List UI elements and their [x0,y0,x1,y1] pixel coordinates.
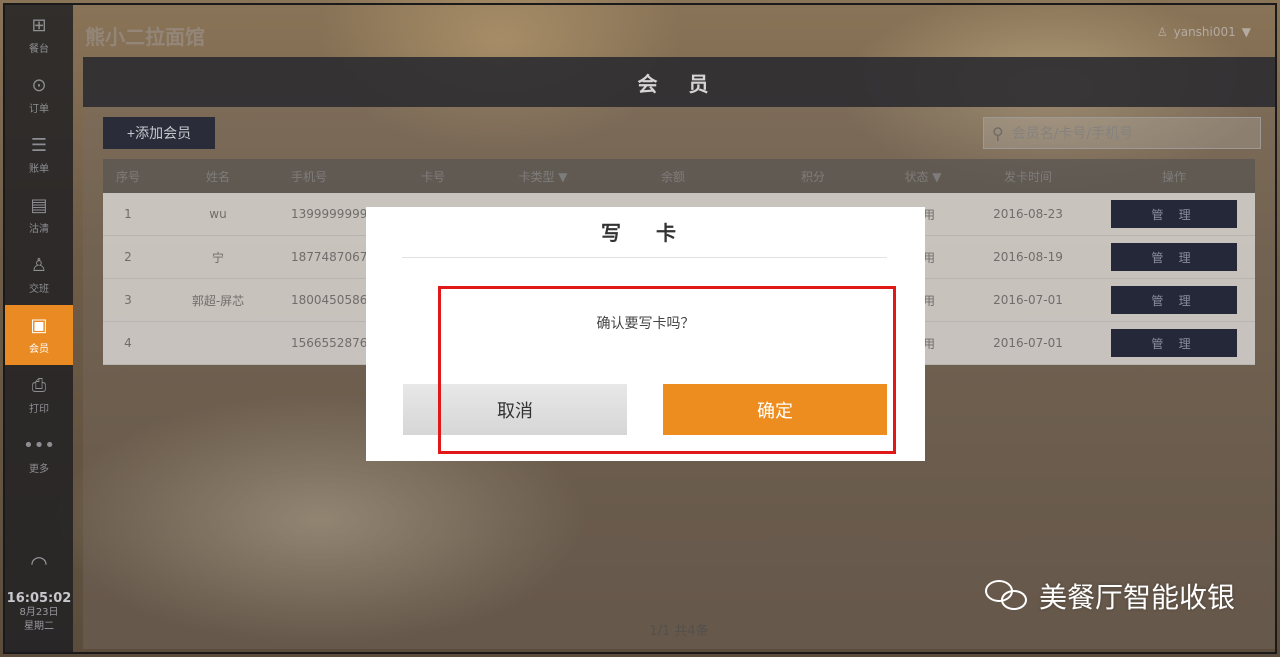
col-header: 操作 [1161,169,1186,184]
search-placeholder: 会员名/卡号/手机号 [1011,126,1134,142]
col-header: 余额 [660,169,685,184]
sidebar-item-label: 账单 [29,164,49,175]
username: yanshi001 [1173,25,1236,39]
watermark-text: 美餐厅智能收银 [1038,581,1235,614]
cell-no: 1 [124,207,132,221]
shop-name: 熊小二拉面馆 [85,25,205,49]
cell-action: 管 理 [1093,329,1255,357]
plus-box-icon: ⊞ [31,15,47,36]
cell-action: 管 理 [1093,200,1255,228]
sidebar-item-label: 打印 [29,404,49,415]
cell-no: 2 [124,250,132,264]
col-header: 姓名 [205,169,230,184]
dialog-title: 写 卡 [601,221,690,245]
cell-action: 管 理 [1093,243,1255,271]
col-header: 序号 [115,169,140,184]
printer-icon: ⎙ [31,375,47,396]
table-header: 序号 姓名 手机号 卡号 卡类型 ▼ 余额 积分 状态 ▼ 发卡时间 操作 [103,159,1255,193]
manage-button[interactable]: 管 理 [1111,286,1237,314]
cell-action: 管 理 [1093,286,1255,314]
pagination: 1/1 共4条 [649,624,709,639]
sidebar-item-more[interactable]: ••• 更多 [5,425,73,485]
sidebar-item-label: 会员 [29,344,49,355]
col-header-status[interactable]: 状态 ▼ [883,168,963,185]
sidebar-item-label: 交班 [29,284,49,295]
sidebar-item-members[interactable]: ▣ 会员 [5,305,73,365]
highlight-box [438,286,896,454]
sidebar: ⊞ 餐台 ⊙ 订单 ☰ 账单 ▤ 沽清 ♙ 交班 ▣ 会员 ⎙ 打印 ••• 更 [5,5,73,652]
cell-issued: 2016-07-01 [993,293,1063,307]
col-header: 积分 [800,169,825,184]
sidebar-item-label: 沽清 [29,224,49,235]
sidebar-item-label: 更多 [29,464,49,475]
col-header-card-type[interactable]: 卡类型 ▼ [483,168,603,185]
status-area: ◠ 16:05:02 8月23日 星期二 [5,551,73,652]
user-menu[interactable]: ♙ yanshi001 ▼ [1157,25,1251,39]
manage-button[interactable]: 管 理 [1111,329,1237,357]
user-icon: ♙ [30,255,48,276]
cell-no: 3 [124,293,132,307]
document-icon: ▤ [30,195,48,216]
list-doc-icon: ☰ [30,135,48,156]
cell-name: 郭超-屏芯 [191,293,245,308]
cell-issued: 2016-08-19 [993,250,1063,264]
col-header: 卡号 [420,169,445,184]
manage-button[interactable]: 管 理 [1111,243,1237,271]
chat-dots-icon: ⊙ [31,75,47,96]
sidebar-item-orders[interactable]: ⊙ 订单 [5,65,73,125]
clock-time: 16:05:02 [6,591,72,606]
sidebar-item-bills[interactable]: ☰ 账单 [5,125,73,185]
sidebar-item-print[interactable]: ⎙ 打印 [5,365,73,425]
user-icon: ♙ [1156,25,1168,39]
page-title: 会 员 [83,57,1275,107]
add-member-button[interactable]: +添加会员 [103,117,215,149]
cell-issued: 2016-07-01 [993,336,1063,350]
chevron-down-icon: ▼ [1241,25,1251,39]
cell-no: 4 [124,336,132,350]
col-header: 发卡时间 [1003,169,1052,184]
wifi-icon: ◠ [30,551,48,575]
sidebar-item-soldout[interactable]: ▤ 沽清 [5,185,73,245]
search-input[interactable]: ⚲ 会员名/卡号/手机号 [983,117,1261,149]
sidebar-item-label: 餐台 [29,44,49,55]
cell-name: wu [209,207,227,221]
clock-weekday: 星期二 [24,621,54,632]
sidebar-item-tables[interactable]: ⊞ 餐台 [5,5,73,65]
clock-date: 8月23日 [19,607,59,618]
member-card-icon: ▣ [30,315,48,336]
wechat-icon [984,578,1029,614]
sidebar-item-shift[interactable]: ♙ 交班 [5,245,73,305]
watermark: 美餐厅智能收银 [984,576,1235,616]
dialog-divider [402,257,887,258]
toolbar: +添加会员 ⚲ 会员名/卡号/手机号 [83,107,1275,159]
more-dots-icon: ••• [23,435,55,456]
search-icon: ⚲ [992,123,1004,143]
cell-name: 宁 [211,250,224,265]
col-header: 手机号 [291,169,328,184]
cell-issued: 2016-08-23 [993,207,1063,221]
app-window: ⊞ 餐台 ⊙ 订单 ☰ 账单 ▤ 沽清 ♙ 交班 ▣ 会员 ⎙ 打印 ••• 更 [3,3,1277,654]
manage-button[interactable]: 管 理 [1111,200,1237,228]
sidebar-item-label: 订单 [29,104,49,115]
